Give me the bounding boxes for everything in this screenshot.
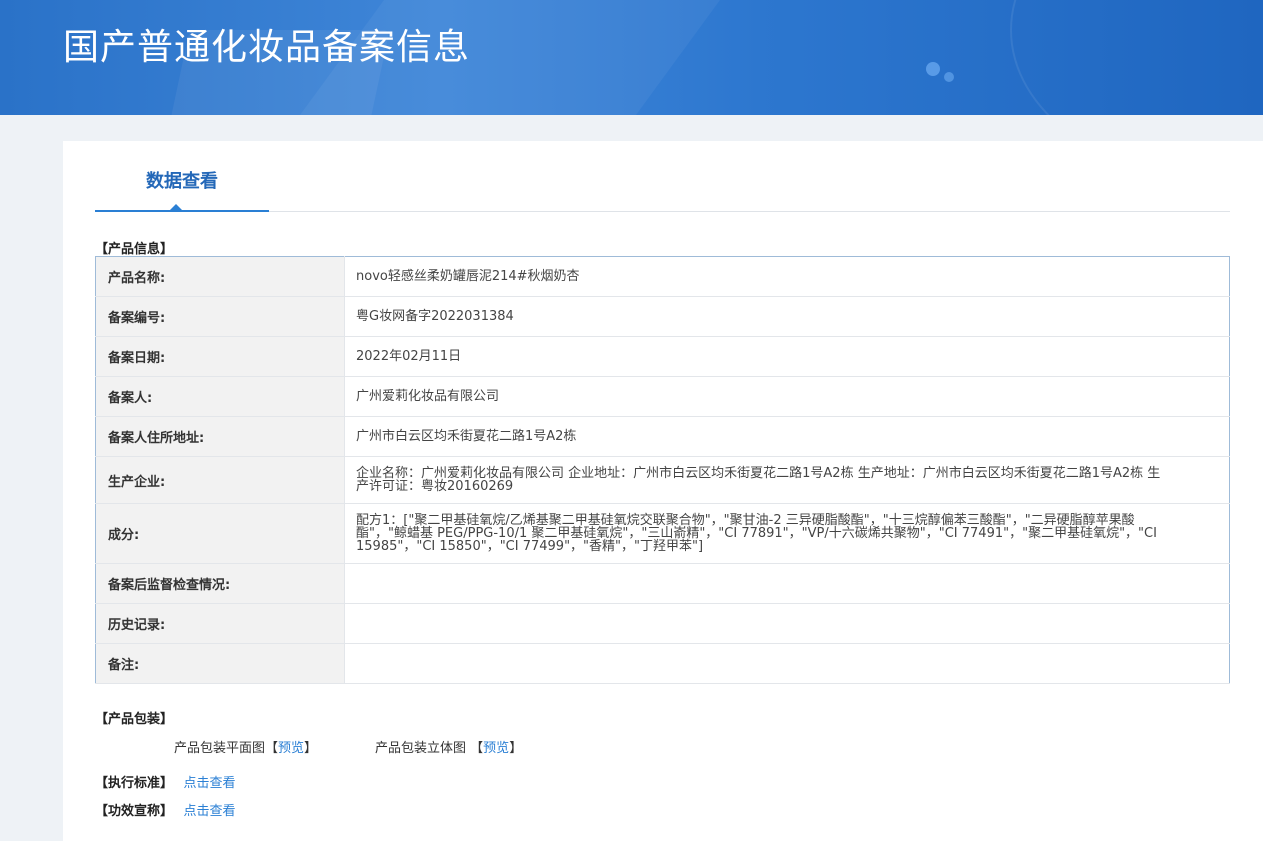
- table-row: 备案人住所地址: 广州市白云区均禾街夏花二路1号A2栋: [95, 416, 1230, 457]
- packaging-solid-label: 产品包装立体图: [375, 741, 467, 756]
- table-row: 备注:: [95, 643, 1230, 684]
- row-value: 广州爱莉化妆品有限公司: [344, 376, 1230, 417]
- packaging-flat-preview-link[interactable]: 预览: [278, 741, 304, 756]
- page-title: 国产普通化妆品备案信息: [63, 27, 471, 68]
- section-title-efficacy: 【功效宣称】: [95, 804, 174, 819]
- row-value: 粤G妆网备字2022031384: [344, 296, 1230, 337]
- table-row: 历史记录:: [95, 603, 1230, 644]
- row-key: 备案人:: [95, 376, 345, 417]
- tab-bar: 数据查看: [95, 141, 1230, 212]
- banner-decoration: [1010, 0, 1263, 115]
- tab-label: 数据查看: [146, 171, 218, 192]
- row-key: 备案编号:: [95, 296, 345, 337]
- table-row: 备案编号: 粤G妆网备字2022031384: [95, 296, 1230, 337]
- row-value: [344, 603, 1230, 644]
- table-row: 备案人: 广州爱莉化妆品有限公司: [95, 376, 1230, 417]
- row-key: 备案日期:: [95, 336, 345, 377]
- section-efficacy: 【功效宣称】 点击查看: [95, 800, 236, 819]
- row-key: 历史记录:: [95, 603, 345, 644]
- row-key: 备注:: [95, 643, 345, 684]
- efficacy-view-link[interactable]: 点击查看: [184, 804, 236, 819]
- bracket: 【: [265, 741, 279, 756]
- table-row: 备案后监督检查情况:: [95, 563, 1230, 604]
- packaging-flat-label: 产品包装平面图: [174, 741, 266, 756]
- packaging-solid: 产品包装立体图 【预览】: [375, 737, 522, 756]
- section-standard: 【执行标准】 点击查看: [95, 772, 236, 791]
- tab-indicator-icon: [170, 204, 182, 210]
- row-value: 广州市白云区均禾街夏花二路1号A2栋: [344, 416, 1230, 457]
- bracket: 】: [509, 741, 523, 756]
- section-title-product-info: 【产品信息】: [95, 242, 174, 257]
- row-value: [344, 563, 1230, 604]
- section-title-packaging: 【产品包装】: [95, 712, 174, 727]
- row-value: [344, 643, 1230, 684]
- row-value: 配方1：["聚二甲基硅氧烷/乙烯基聚二甲基硅氧烷交联聚合物"，"聚甘油-2 三异…: [344, 503, 1230, 564]
- table-row: 产品名称: novo轻感丝柔奶罐唇泥214#秋烟奶杏: [95, 256, 1230, 297]
- row-key: 产品名称:: [95, 256, 345, 297]
- product-info-table: 产品名称: novo轻感丝柔奶罐唇泥214#秋烟奶杏 备案编号: 粤G妆网备字2…: [95, 256, 1230, 684]
- banner-decoration: [944, 72, 954, 82]
- table-row: 备案日期: 2022年02月11日: [95, 336, 1230, 377]
- banner-decoration: [926, 62, 940, 76]
- row-key: 成分:: [95, 503, 345, 564]
- table-row: 成分: 配方1：["聚二甲基硅氧烷/乙烯基聚二甲基硅氧烷交联聚合物"，"聚甘油-…: [95, 503, 1230, 564]
- packaging-solid-preview-link[interactable]: 预览: [483, 741, 509, 756]
- row-key: 生产企业:: [95, 456, 345, 504]
- table-row: 生产企业: 企业名称：广州爱莉化妆品有限公司 企业地址：广州市白云区均禾街夏花二…: [95, 456, 1230, 504]
- header-banner: 国产普通化妆品备案信息: [0, 0, 1263, 115]
- packaging-flat: 产品包装平面图【预览】: [174, 737, 317, 756]
- section-title-standard: 【执行标准】: [95, 776, 174, 791]
- bracket: 】: [304, 741, 318, 756]
- row-value: 企业名称：广州爱莉化妆品有限公司 企业地址：广州市白云区均禾街夏花二路1号A2栋…: [344, 456, 1230, 504]
- standard-view-link[interactable]: 点击查看: [184, 776, 236, 791]
- row-key: 备案人住所地址:: [95, 416, 345, 457]
- content-card: 数据查看 【产品信息】 产品名称: novo轻感丝柔奶罐唇泥214#秋烟奶杏 备…: [63, 141, 1263, 841]
- row-value: 2022年02月11日: [344, 336, 1230, 377]
- row-value: novo轻感丝柔奶罐唇泥214#秋烟奶杏: [344, 256, 1230, 297]
- bracket: 【: [470, 741, 484, 756]
- row-key: 备案后监督检查情况:: [95, 563, 345, 604]
- tab-data-view[interactable]: 数据查看: [95, 141, 269, 212]
